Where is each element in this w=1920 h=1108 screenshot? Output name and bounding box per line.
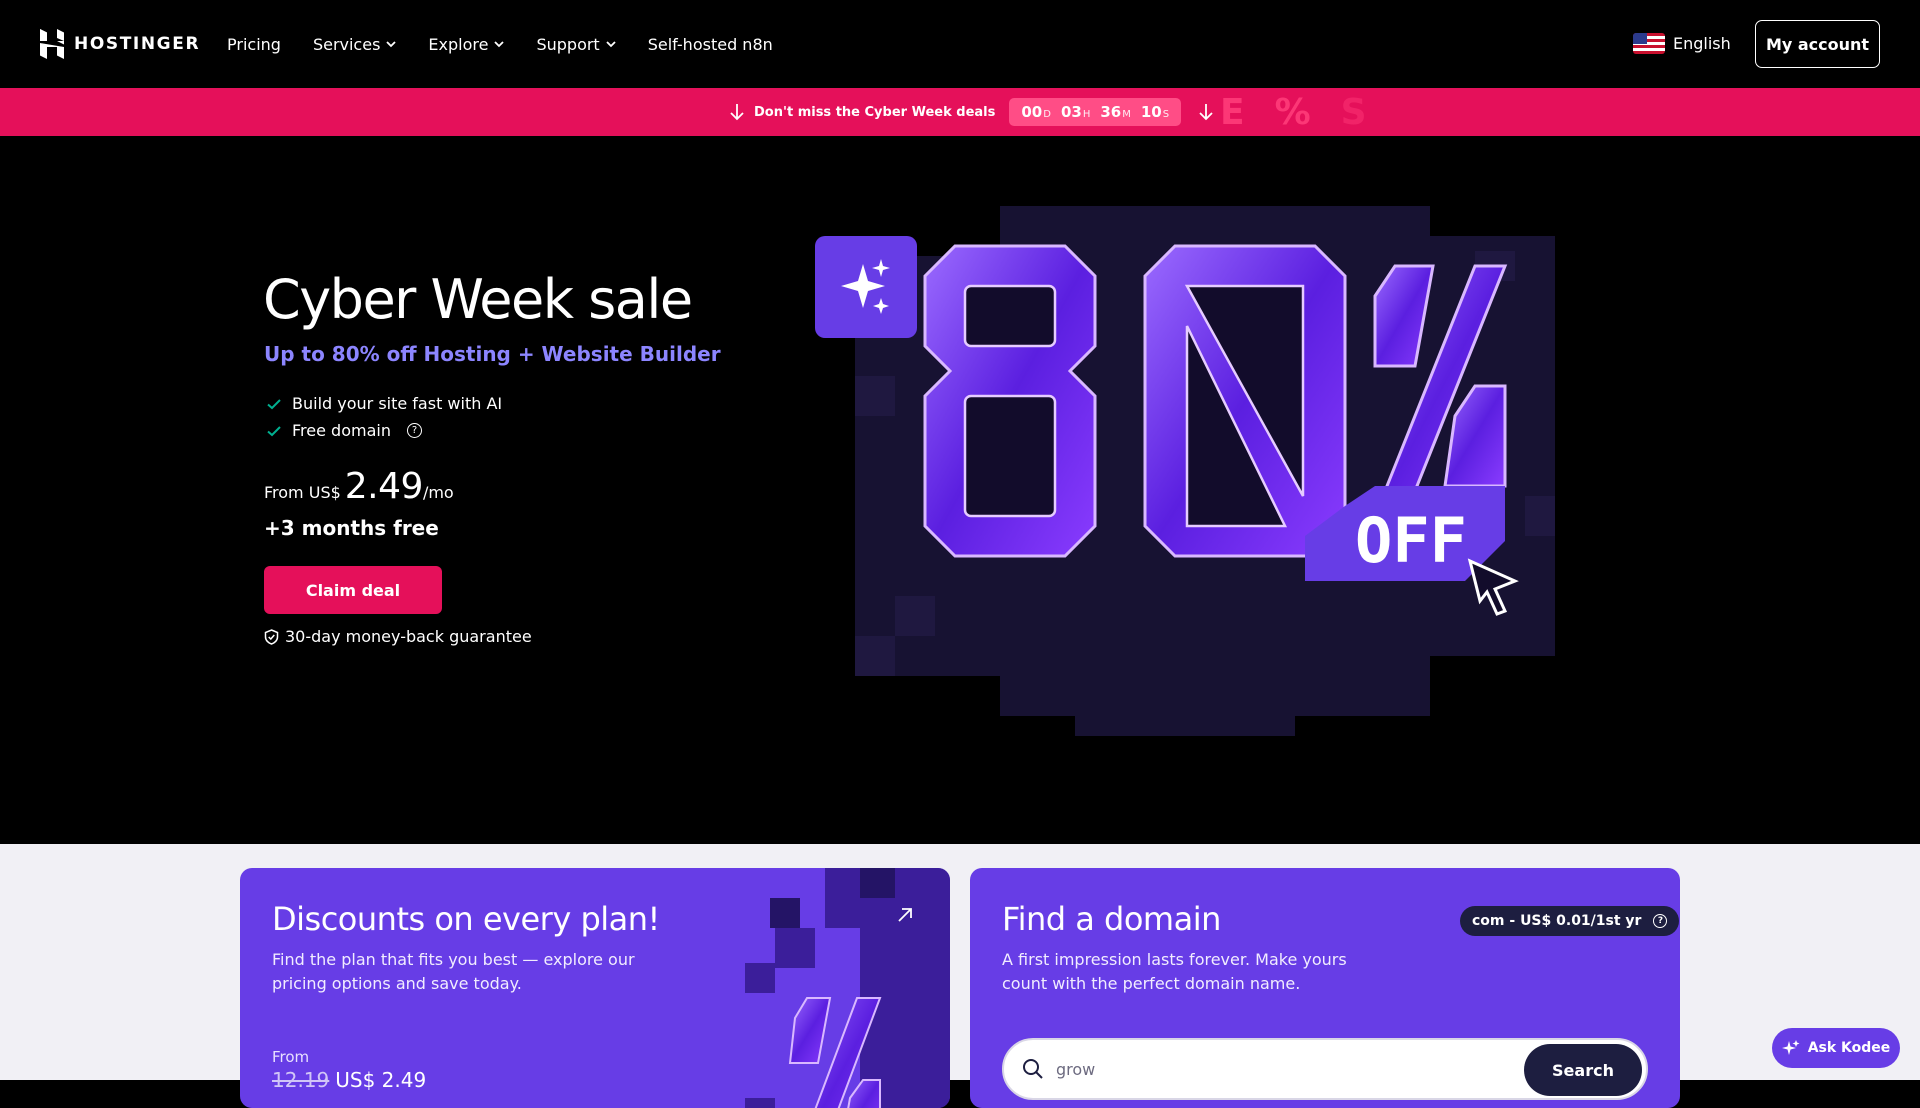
- countdown-timer: 00D 03H 36M 10S: [1009, 98, 1182, 126]
- price-prefix: From US$: [264, 483, 341, 502]
- hero-section: Cyber Week sale Up to 80% off Hosting + …: [0, 136, 1920, 844]
- discounts-from-label: From: [272, 1048, 310, 1066]
- chevron-down-icon: [386, 41, 397, 48]
- domain-price-badge[interactable]: com - US$ 0.01/1st yr ?: [1460, 906, 1680, 936]
- language-label: English: [1673, 34, 1731, 53]
- money-back-guarantee: 30-day money-back guarantee: [264, 627, 532, 646]
- promo-text: Don't miss the Cyber Week deals: [754, 104, 996, 120]
- nav-item-explore[interactable]: Explore: [428, 34, 505, 54]
- check-icon: [267, 425, 281, 436]
- domain-search-input[interactable]: [1056, 1040, 1506, 1098]
- chevron-down-icon: [606, 41, 616, 48]
- price-suffix: /mo: [422, 483, 454, 502]
- timer-seconds: 10S: [1140, 103, 1170, 121]
- nav-item-label: Services: [312, 34, 381, 54]
- feature-list: Build your site fast with AI Free domain…: [266, 394, 502, 448]
- discounts-card[interactable]: Discounts on every plan! Find the plan t…: [240, 868, 950, 1108]
- feature-item: Free domain ?: [266, 421, 502, 440]
- nav-item-support[interactable]: Support: [536, 34, 616, 54]
- nav-item-label: Pricing: [227, 34, 281, 54]
- check-icon: [267, 398, 281, 409]
- feature-cards-section: Discounts on every plan! Find the plan t…: [0, 844, 1920, 1108]
- arrow-down-icon: [1199, 104, 1213, 121]
- feature-label: Build your site fast with AI: [292, 394, 503, 413]
- nav-menu: Pricing Services Explore Support Self-ho…: [227, 0, 805, 88]
- timer-days: 00D: [1021, 103, 1051, 121]
- discounts-price: 12.19 US$ 2.49: [272, 1068, 426, 1092]
- my-account-button[interactable]: My account: [1755, 20, 1880, 68]
- language-selector[interactable]: English: [1633, 33, 1731, 54]
- chevron-down-icon: [494, 41, 505, 48]
- discounts-card-description: Find the plan that fits you best — explo…: [272, 950, 635, 993]
- find-domain-description: A first impression lasts forever. Make y…: [1002, 950, 1347, 993]
- nav-item-label: Explore: [428, 34, 489, 54]
- domain-search-button[interactable]: Search: [1524, 1044, 1642, 1096]
- ask-kodee-button[interactable]: Ask Kodee: [1772, 1028, 1900, 1068]
- find-domain-card: Find a domain com - US$ 0.01/1st yr ? A …: [970, 868, 1680, 1108]
- logo-text: HOSTINGER: [74, 34, 201, 54]
- sparkle-icon: [1781, 1040, 1800, 1055]
- feature-item: Build your site fast with AI: [266, 394, 502, 413]
- eighty-percent-off-graphic: OFF: [815, 206, 1555, 736]
- hero-title: Cyber Week sale: [263, 268, 693, 331]
- top-navigation: HOSTINGER Pricing Services Explore Suppo…: [0, 0, 1920, 88]
- timer-hours: 03H: [1060, 103, 1091, 121]
- promo-banner[interactable]: Don't miss the Cyber Week deals 00D 03H …: [0, 88, 1920, 136]
- shield-check-icon: [264, 628, 279, 645]
- price-value: 2.49: [344, 466, 424, 507]
- nav-item-self-hosted-n8n[interactable]: Self-hosted n8n: [648, 35, 773, 54]
- feature-label: Free domain: [292, 421, 391, 440]
- domain-badge-label: com - US$ 0.01/1st yr: [1472, 913, 1642, 929]
- guarantee-label: 30-day money-back guarantee: [285, 627, 532, 646]
- timer-minutes: 36M: [1100, 103, 1131, 121]
- hostinger-logo-icon: [40, 29, 64, 59]
- us-flag-icon: [1633, 33, 1665, 54]
- hostinger-logo[interactable]: HOSTINGER: [40, 29, 200, 59]
- percent-decoration: [745, 868, 950, 1108]
- find-domain-title: Find a domain: [1002, 900, 1221, 938]
- off-label: OFF: [1355, 504, 1467, 577]
- nav-item-label: Support: [536, 34, 600, 54]
- arrow-up-right-icon[interactable]: [896, 906, 914, 924]
- new-price: US$ 2.49: [335, 1068, 427, 1092]
- discounts-card-title: Discounts on every plan!: [272, 900, 660, 938]
- search-icon: [1023, 1059, 1043, 1079]
- hero-price: From US$ 2.49 /mo: [264, 466, 454, 507]
- old-price: 12.19: [272, 1068, 330, 1092]
- arrow-down-icon: [730, 104, 744, 121]
- claim-deal-button[interactable]: Claim deal: [264, 566, 442, 614]
- nav-item-label: Self-hosted n8n: [647, 34, 773, 54]
- help-icon[interactable]: ?: [406, 423, 422, 438]
- nav-item-services[interactable]: Services: [312, 34, 397, 54]
- help-icon[interactable]: ?: [1653, 914, 1668, 928]
- promo-decoration: E % S: [1220, 91, 1367, 133]
- domain-search-box: Search: [1002, 1038, 1648, 1100]
- nav-item-pricing[interactable]: Pricing: [227, 35, 281, 54]
- ask-kodee-label: Ask Kodee: [1807, 1040, 1891, 1056]
- bonus-months: +3 months free: [264, 516, 439, 540]
- hero-subtitle: Up to 80% off Hosting + Website Builder: [264, 342, 721, 366]
